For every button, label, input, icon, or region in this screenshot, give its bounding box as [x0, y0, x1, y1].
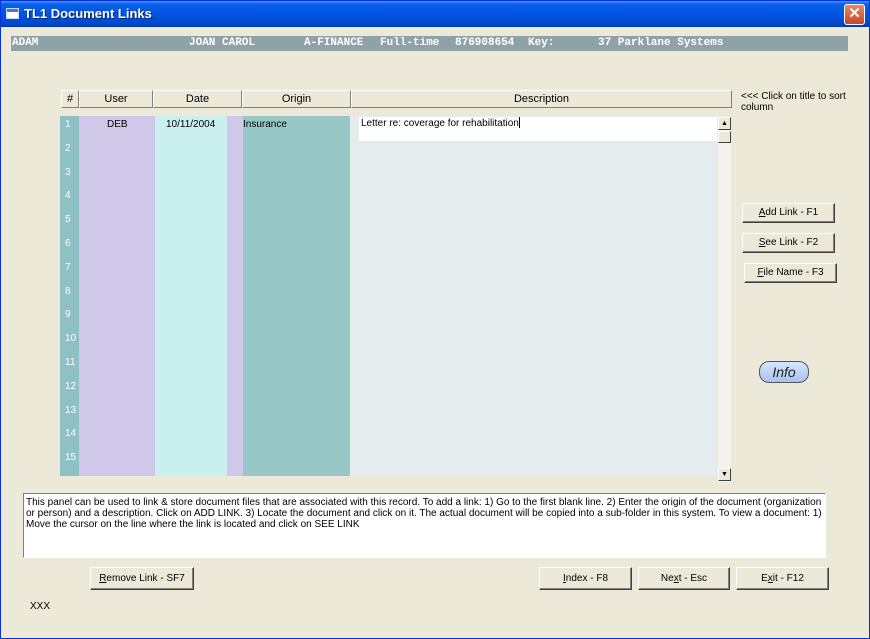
text-cursor	[518, 117, 520, 128]
footer-code: XXX	[30, 601, 51, 612]
row-number: 11	[65, 357, 76, 368]
file-name-button[interactable]: File Name - F3	[744, 263, 837, 283]
row-number: 15	[65, 452, 77, 464]
row1-user[interactable]: DEB	[107, 118, 128, 132]
row1-description-input[interactable]: Letter re: coverage for rehabilitation	[359, 117, 717, 141]
window-title: TL1 Document Links	[24, 6, 152, 21]
row-number: 13	[65, 404, 77, 416]
header-origin[interactable]: Origin	[242, 90, 351, 108]
employee-id: 876908654	[455, 37, 515, 49]
remove-link-button[interactable]: Remove Link - SF7	[90, 567, 194, 590]
employee-name: JOAN CAROL	[189, 37, 256, 49]
user-column[interactable]	[79, 116, 155, 476]
row-number: 2	[65, 142, 71, 154]
row-number: 14	[65, 428, 77, 440]
help-text: This panel can be used to link & store d…	[23, 493, 826, 558]
header-description[interactable]: Description	[351, 90, 732, 108]
title-bar[interactable]: TL1 Document Links ✕	[1, 1, 869, 27]
department: A-FINANCE	[304, 37, 364, 49]
row1-origin[interactable]: Insurance	[243, 118, 287, 132]
row-number: 9	[65, 309, 71, 321]
exit-button[interactable]: Exit - F12	[736, 567, 829, 590]
key-value: 37 Parklane Systems	[598, 37, 724, 49]
name-code: ADAM	[12, 37, 39, 49]
row-number: 1	[65, 119, 71, 130]
grid-scrollbar[interactable]: ▲ ▼	[717, 117, 731, 482]
row1-description: Letter re: coverage for rehabilitation	[361, 118, 519, 129]
index-button[interactable]: Index - F8	[539, 567, 632, 590]
scroll-thumb[interactable]	[718, 131, 731, 143]
date-column[interactable]	[155, 116, 227, 476]
close-button[interactable]: ✕	[844, 4, 865, 25]
next-button[interactable]: Next - Esc	[638, 567, 730, 590]
header-num[interactable]: #	[61, 90, 79, 108]
row1-date[interactable]: 10/11/2004	[166, 118, 215, 132]
header-date[interactable]: Date	[153, 90, 242, 108]
row-number: 6	[65, 238, 71, 249]
sort-hint: <<< Click on title to sort column	[741, 91, 846, 113]
row-number: 5	[65, 214, 71, 226]
description-column[interactable]	[350, 116, 717, 476]
row-number: 4	[65, 190, 71, 202]
scroll-down-button[interactable]: ▼	[718, 468, 731, 481]
header-user[interactable]: User	[79, 90, 153, 108]
app-icon	[6, 8, 19, 19]
row-number: 10	[65, 333, 77, 345]
employee-info-bar: ADAM JOAN CAROL A-FINANCE Full-time 8769…	[11, 36, 848, 51]
origin-column[interactable]	[243, 116, 350, 476]
row-number: 3	[65, 166, 71, 178]
row-number: 8	[65, 285, 71, 297]
add-link-button[interactable]: Add Link - F1	[742, 203, 835, 223]
employment-status: Full-time	[380, 37, 440, 49]
spacer-column	[227, 116, 243, 476]
scroll-up-button[interactable]: ▲	[718, 117, 731, 130]
row-number: 12	[65, 380, 77, 392]
see-link-button[interactable]: See Link - F2	[742, 233, 835, 253]
info-button[interactable]: Info	[759, 361, 809, 383]
key-label: Key:	[528, 37, 555, 49]
app-window: TL1 Document Links ✕ ADAM JOAN CAROL A-F…	[0, 0, 870, 639]
row-number: 7	[65, 261, 71, 273]
